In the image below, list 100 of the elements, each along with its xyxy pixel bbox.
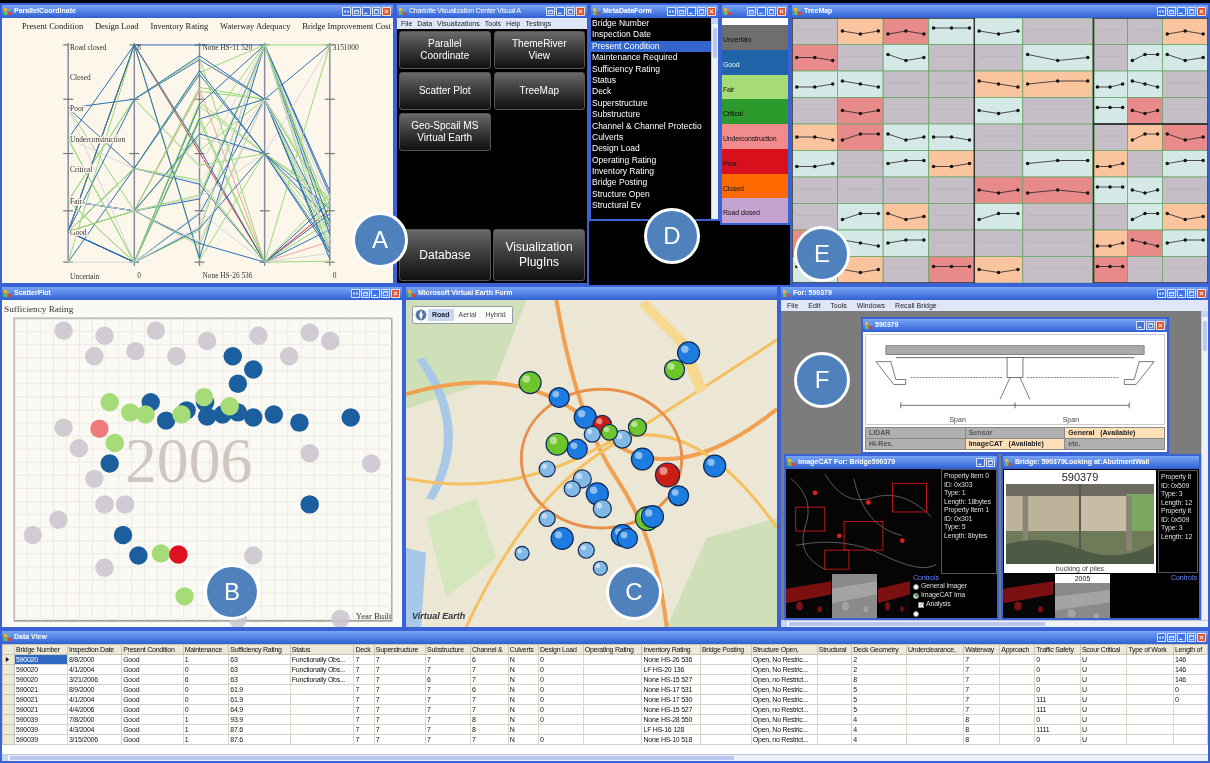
row-header[interactable] [2,654,15,665]
table-cell [1173,714,1208,725]
restore-button[interactable] [352,7,361,16]
table-cell [906,724,964,735]
field-list-item[interactable]: Superstructure [591,97,711,110]
minimize-button[interactable] [1136,321,1145,330]
close-button[interactable] [391,289,400,298]
restore-button[interactable] [546,7,555,16]
maximize-button[interactable] [697,7,706,16]
visualization-button[interactable]: Database [399,229,491,281]
restore-button[interactable] [1167,289,1176,298]
close-icon [577,8,584,15]
radio-button[interactable] [913,610,919,617]
maximize-button[interactable] [986,458,995,467]
field-list-item[interactable]: Present Condition [591,40,711,53]
field-list-item[interactable]: Substructure [591,109,711,121]
visualization-button[interactable]: Parallel Coordinate [399,31,491,69]
field-list-item[interactable]: Structure Open [591,188,711,201]
table-cell [1173,734,1208,745]
restore-button[interactable] [1167,633,1176,642]
close-button[interactable] [1156,321,1165,330]
restore-button[interactable] [361,289,370,298]
visualization-button[interactable]: Scatter Plot [399,72,491,110]
maximize-icon [1188,8,1195,15]
maximize-icon [1188,290,1195,297]
table-cell [583,684,642,695]
field-list-item[interactable]: Design Load [591,143,711,155]
field-list-item[interactable]: Deck [591,86,711,98]
maximize-button[interactable] [1146,321,1155,330]
close-button[interactable] [382,7,391,16]
table-cell [906,694,964,705]
scrollbar[interactable] [711,18,718,219]
restore-button[interactable] [677,7,686,16]
maximize-button[interactable] [1187,633,1196,642]
scrollbar[interactable] [781,620,1208,627]
table-cell [906,664,964,675]
close-button[interactable] [1197,7,1206,16]
field-list-item[interactable]: Maintenance Required [591,52,711,64]
field-list-item[interactable]: Operating Rating [591,154,711,167]
x-axis-label: Year Built [355,610,392,621]
visualization-button[interactable]: TreeMap [493,72,585,110]
table-cell [817,734,852,745]
minimize-button[interactable] [687,7,696,16]
table-cell [700,654,752,665]
map-logo: Virtual Earth [412,609,466,623]
table-cell [817,694,852,705]
field-list-item[interactable]: Status [591,74,711,87]
maximize-button[interactable] [372,7,381,16]
table-cell [999,694,1035,705]
minimize-button[interactable] [1177,633,1186,642]
table-cell [700,714,752,725]
maximize-button[interactable] [1187,7,1196,16]
minimize-button[interactable] [976,458,985,467]
visualization-button[interactable]: Geo-Spcail MS Virtual Earth [399,113,491,151]
scrollbar[interactable] [1201,311,1208,620]
radio-button[interactable] [913,583,919,590]
dock-button[interactable] [1157,289,1166,298]
visualization-button[interactable]: Visualization PlugIns [493,229,585,281]
field-list-item[interactable]: Inventory Rating [591,166,711,178]
maximize-button[interactable] [767,7,776,16]
minimize-button[interactable] [556,7,565,16]
visualization-button[interactable]: ThemeRiver View [493,31,585,69]
minimize-button[interactable] [1177,7,1186,16]
maximize-button[interactable] [381,289,390,298]
field-list-item[interactable]: Channel & Channel Protectio [591,120,711,132]
close-button[interactable] [1197,633,1206,642]
dock-button[interactable] [1157,633,1166,642]
maximize-icon [567,8,574,15]
checkbox[interactable] [918,601,924,608]
restore-button[interactable] [747,7,756,16]
minimize-button[interactable] [1177,289,1186,298]
dock-button[interactable] [667,7,676,16]
minimize-button[interactable] [371,289,380,298]
field-list-item[interactable]: Bridge Posting [591,177,711,189]
dock-button[interactable] [342,7,351,16]
dock-button[interactable] [351,289,360,298]
close-button[interactable] [1197,289,1206,298]
table-cell [290,714,354,725]
field-list-item[interactable]: Culverts [591,131,711,144]
current-row-icon [5,657,10,662]
close-button[interactable] [707,7,716,16]
table-cell [583,714,642,725]
radio-button[interactable] [913,592,919,599]
field-list-item[interactable]: Inspection Date [591,29,711,41]
field-list-item[interactable]: Sufficiency Rating [591,63,711,75]
minimize-button[interactable] [362,7,371,16]
scrollbar[interactable] [2,754,1208,761]
close-button[interactable] [777,7,786,16]
maximize-button[interactable] [566,7,575,16]
app-icon [4,290,11,297]
dock-button[interactable] [1157,7,1166,16]
minimize-button[interactable] [757,7,766,16]
restore-icon [748,8,755,15]
close-button[interactable] [576,7,585,16]
compass-icon[interactable] [415,309,427,321]
maximize-button[interactable] [1187,289,1196,298]
restore-button[interactable] [1167,7,1176,16]
table-cell [999,664,1035,675]
field-list-item[interactable]: Bridge Number [591,18,711,30]
table-cell [906,674,964,685]
